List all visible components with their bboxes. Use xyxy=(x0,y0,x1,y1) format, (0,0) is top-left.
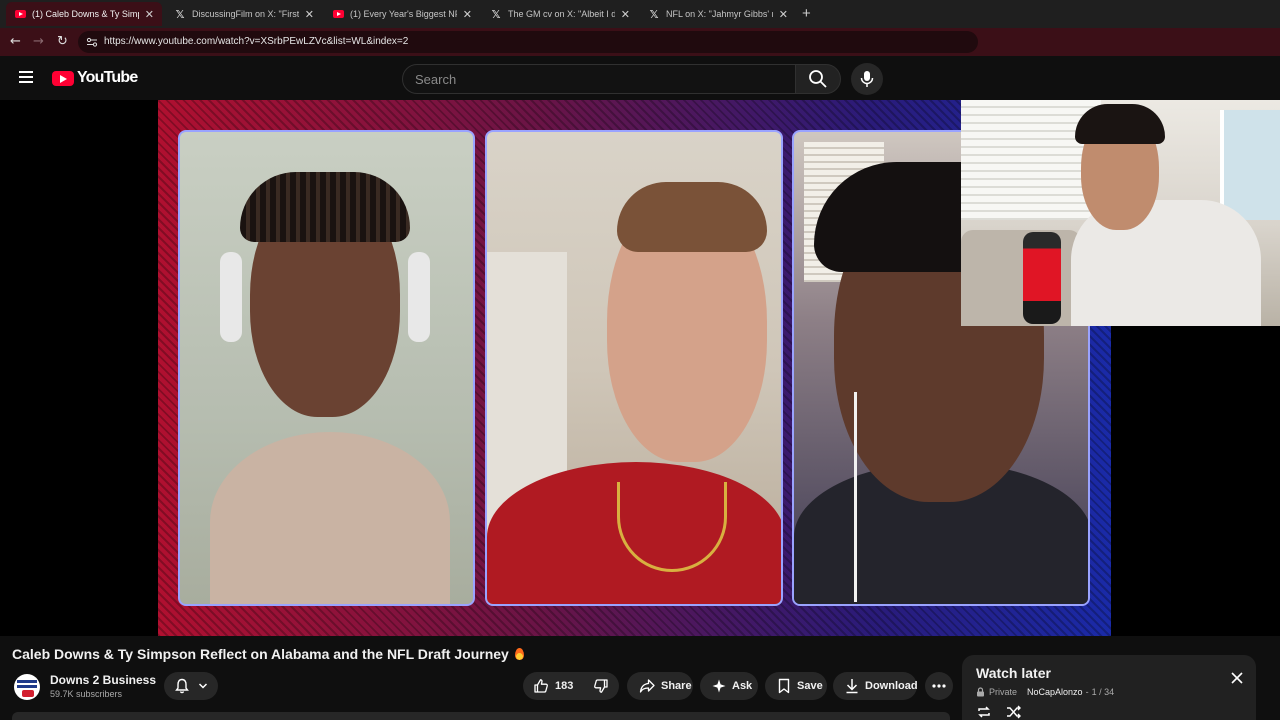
person-left-body xyxy=(210,432,450,604)
webcam-overlay xyxy=(961,100,1280,326)
voice-search-button[interactable] xyxy=(851,63,883,95)
playlist-controls xyxy=(976,705,1022,719)
x-icon: 𝕏 xyxy=(175,7,185,21)
browser-tab[interactable]: 𝕏 The GM cv on X: "Albeit I don't ✕ xyxy=(482,2,638,26)
bell-icon xyxy=(175,678,189,694)
lock-icon xyxy=(977,687,984,697)
download-icon xyxy=(846,679,858,694)
description-box[interactable] xyxy=(12,712,950,720)
couch xyxy=(961,230,1081,326)
streamer-hair xyxy=(1075,104,1165,144)
notifications-button[interactable] xyxy=(164,672,218,700)
thumbs-down-icon[interactable] xyxy=(593,678,609,694)
more-horizontal-icon xyxy=(932,684,946,688)
youtube-play-icon xyxy=(52,70,74,86)
browser-toolbar: ← → ↻ https://www.youtube.com/watch?v=XS… xyxy=(0,28,1280,56)
tab-title: DiscussingFilm on X: "First traile xyxy=(192,9,299,19)
browser-tab-bar: (1) Caleb Downs & Ty Simpson ✕ 𝕏 Discuss… xyxy=(0,0,1280,28)
ask-button[interactable]: Ask xyxy=(700,672,758,700)
like-count[interactable]: 183 xyxy=(555,680,573,692)
playlist-panel: Watch later Private NoCapAlonzo - 1 / 34 xyxy=(962,655,1256,720)
tab-title: NFL on X: "Jahmyr Gibbs' new 3 xyxy=(666,9,773,19)
more-actions-button[interactable] xyxy=(925,672,953,700)
browser-tab[interactable]: 𝕏 DiscussingFilm on X: "First traile ✕ xyxy=(166,2,322,26)
tab-title: The GM cv on X: "Albeit I don't xyxy=(508,9,615,19)
subscriber-count: 59.7K subscribers xyxy=(50,689,123,699)
browser-tab[interactable]: 𝕏 NFL on X: "Jahmyr Gibbs' new 3 ✕ xyxy=(640,2,796,26)
save-label: Save xyxy=(797,680,823,692)
close-tab-icon[interactable]: ✕ xyxy=(779,8,788,21)
shuffle-icon[interactable] xyxy=(1006,705,1022,719)
headphones-left xyxy=(220,252,242,342)
save-button[interactable]: Save xyxy=(765,672,827,700)
youtube-icon xyxy=(332,8,344,20)
video-panel-left xyxy=(178,130,475,606)
ask-label: Ask xyxy=(732,680,753,692)
video-title: Caleb Downs & Ty Simpson Reflect on Alab… xyxy=(12,646,524,662)
person-left-hair xyxy=(240,172,410,242)
channel-name[interactable]: Downs 2 Business xyxy=(50,673,156,687)
share-icon xyxy=(639,679,655,693)
search-box xyxy=(402,64,796,94)
playlist-privacy: Private xyxy=(989,687,1018,697)
menu-icon[interactable] xyxy=(19,71,33,83)
person-center-hair xyxy=(617,182,767,252)
headphones-right xyxy=(408,252,430,342)
microphone-icon xyxy=(860,71,874,87)
youtube-header: YouTube xyxy=(0,56,1280,100)
reload-icon[interactable]: ↻ xyxy=(57,34,68,49)
search-button[interactable] xyxy=(795,64,841,94)
youtube-logo[interactable]: YouTube xyxy=(52,69,138,87)
playlist-position: 1 / 34 xyxy=(1091,687,1115,697)
site-info-icon[interactable] xyxy=(86,36,98,48)
youtube-icon xyxy=(14,8,26,20)
share-button[interactable]: Share xyxy=(627,672,693,700)
like-dislike-group: 183 xyxy=(523,672,619,700)
tab-title: (1) Caleb Downs & Ty Simpson xyxy=(32,9,139,19)
back-arrow-icon[interactable]: ← xyxy=(10,34,21,49)
new-tab-button[interactable]: + xyxy=(802,5,811,22)
meta-separator: - xyxy=(1085,687,1089,697)
channel-avatar[interactable] xyxy=(14,674,40,700)
earphone-wire xyxy=(854,392,857,602)
search-icon xyxy=(809,70,827,88)
x-icon: 𝕏 xyxy=(491,7,501,21)
tab-title: (1) Every Year's Biggest NFL Dra xyxy=(350,9,457,19)
sparkle-icon xyxy=(712,679,726,693)
close-tab-icon[interactable]: ✕ xyxy=(305,8,314,21)
video-player[interactable] xyxy=(0,100,1280,636)
address-bar[interactable]: https://www.youtube.com/watch?v=XSrbPEwL… xyxy=(78,31,978,53)
download-label: Download xyxy=(865,680,918,692)
close-tab-icon[interactable]: ✕ xyxy=(145,8,154,21)
url-text: https://www.youtube.com/watch?v=XSrbPEwL… xyxy=(104,36,409,47)
video-title-text: Caleb Downs & Ty Simpson Reflect on Alab… xyxy=(12,646,509,662)
close-icon[interactable] xyxy=(1230,671,1244,685)
share-label: Share xyxy=(661,680,692,692)
rgb-microphone xyxy=(1023,232,1061,324)
download-button[interactable]: Download xyxy=(833,672,918,700)
browser-tab[interactable]: (1) Every Year's Biggest NFL Dra ✕ xyxy=(324,2,480,26)
chevron-down-icon xyxy=(198,683,208,689)
loop-icon[interactable] xyxy=(976,705,992,719)
browser-tab[interactable]: (1) Caleb Downs & Ty Simpson ✕ xyxy=(6,2,162,26)
playlist-meta: Private NoCapAlonzo - 1 / 34 xyxy=(976,687,1114,697)
x-icon: 𝕏 xyxy=(649,7,659,21)
playlist-owner[interactable]: NoCapAlonzo xyxy=(1027,687,1083,697)
logo-text: YouTube xyxy=(77,69,138,86)
forward-arrow-icon[interactable]: → xyxy=(33,34,44,49)
thumbs-up-icon[interactable] xyxy=(533,678,549,694)
bookmark-icon xyxy=(778,678,790,694)
playlist-title[interactable]: Watch later xyxy=(976,665,1051,681)
fire-emoji-icon xyxy=(514,648,524,660)
search-input[interactable] xyxy=(415,72,775,87)
window xyxy=(1220,110,1280,220)
close-tab-icon[interactable]: ✕ xyxy=(463,8,472,21)
close-tab-icon[interactable]: ✕ xyxy=(621,8,630,21)
video-panel-center xyxy=(485,130,783,606)
